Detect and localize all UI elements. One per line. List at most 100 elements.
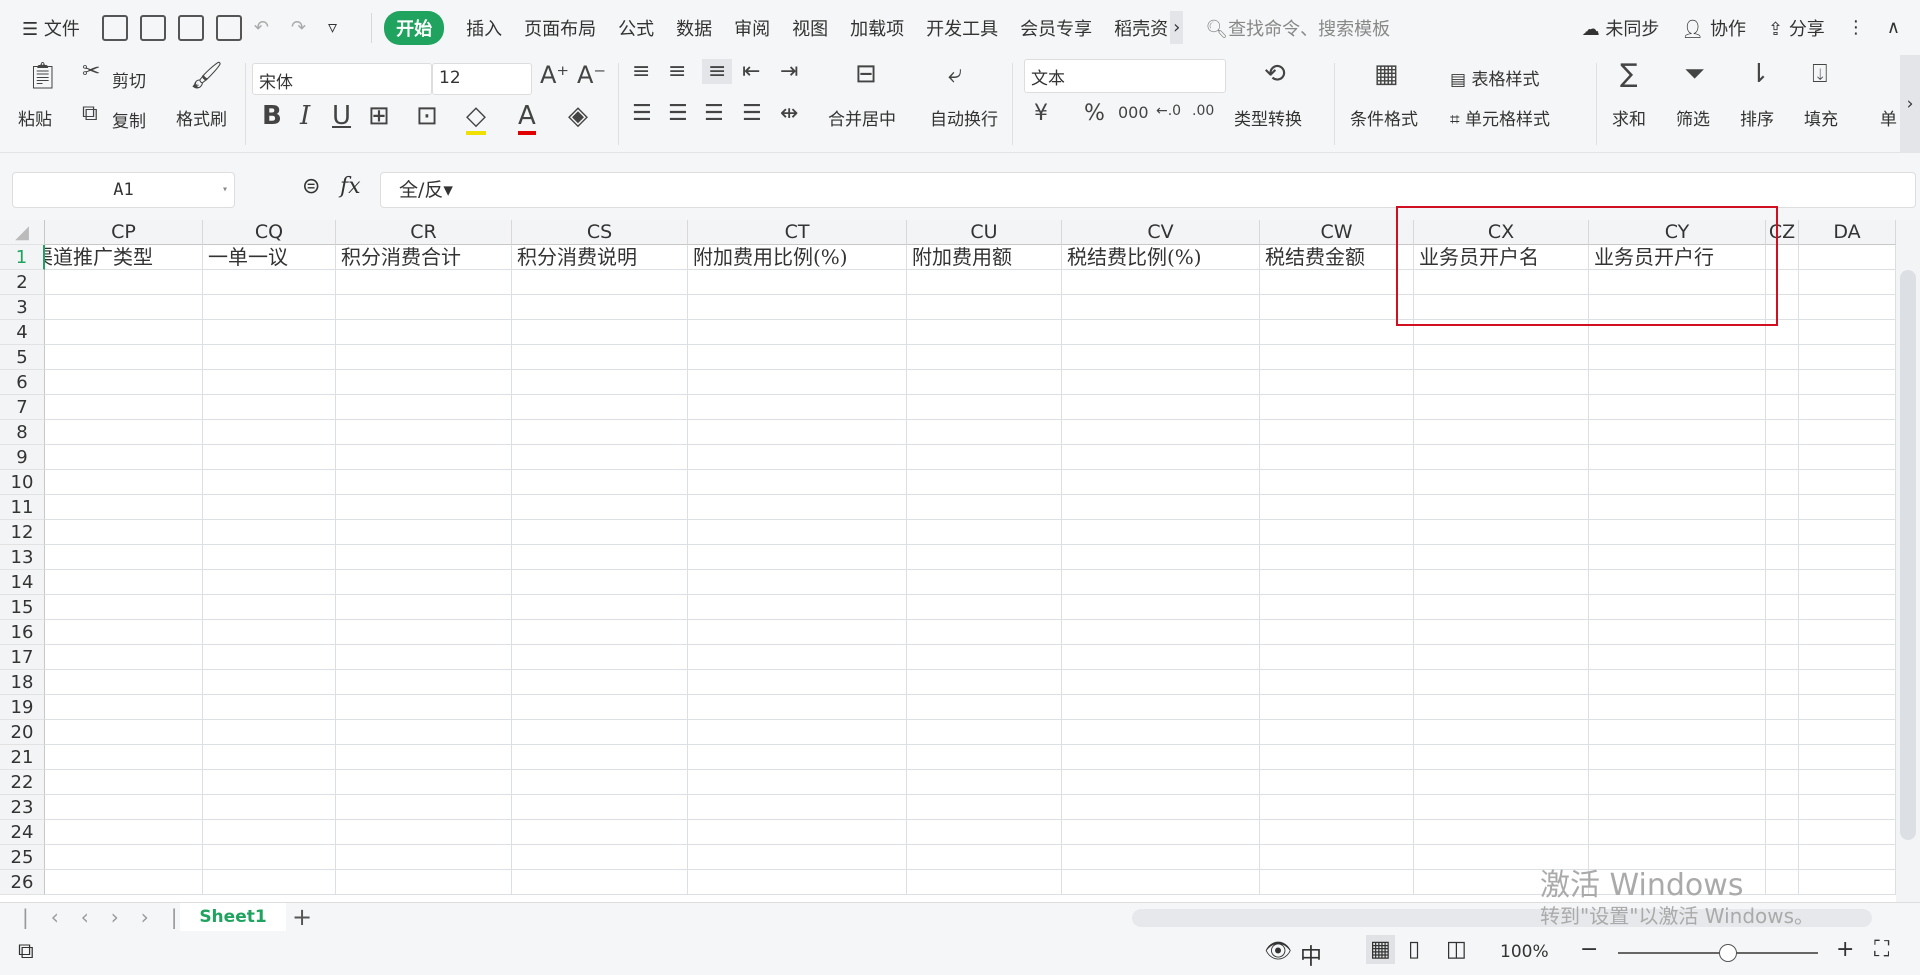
cell-cs17[interactable] bbox=[512, 645, 688, 670]
cell-cv5[interactable] bbox=[1062, 345, 1260, 370]
print-preview-icon[interactable] bbox=[215, 14, 242, 41]
justify-icon[interactable]: ☰ bbox=[742, 101, 762, 126]
cell-cv20[interactable] bbox=[1062, 720, 1260, 745]
cell-cv8[interactable] bbox=[1062, 420, 1260, 445]
cell-cq16[interactable] bbox=[203, 620, 336, 645]
cell-cp11[interactable] bbox=[45, 495, 203, 520]
cell-cu14[interactable] bbox=[907, 570, 1062, 595]
row-header[interactable]: 11 bbox=[0, 495, 45, 520]
distribute-icon[interactable]: ⇹ bbox=[780, 101, 798, 126]
cell-cr20[interactable] bbox=[336, 720, 512, 745]
cell-da24[interactable] bbox=[1799, 820, 1896, 845]
tab-page-layout[interactable]: 页面布局 bbox=[524, 15, 596, 41]
cell-cp3[interactable] bbox=[45, 295, 203, 320]
cell-cr5[interactable] bbox=[336, 345, 512, 370]
font-size-select[interactable]: 12 bbox=[432, 63, 532, 95]
cell-cp26[interactable] bbox=[45, 870, 203, 895]
cell-ct21[interactable] bbox=[688, 745, 907, 770]
cell-cy23[interactable] bbox=[1589, 795, 1766, 820]
cell-cz25[interactable] bbox=[1766, 845, 1799, 870]
cell-cu26[interactable] bbox=[907, 870, 1062, 895]
cell-cz5[interactable] bbox=[1766, 345, 1799, 370]
row-header[interactable]: 13 bbox=[0, 545, 45, 570]
paste-icon[interactable]: 📋︎ bbox=[26, 61, 59, 91]
cell-cr12[interactable] bbox=[336, 520, 512, 545]
cell-fill-icon[interactable]: ⊡ bbox=[416, 101, 438, 131]
cell-cp5[interactable] bbox=[45, 345, 203, 370]
cell-cp9[interactable] bbox=[45, 445, 203, 470]
cell-cy11[interactable] bbox=[1589, 495, 1766, 520]
cell-cy18[interactable] bbox=[1589, 670, 1766, 695]
tab-member[interactable]: 会员专享 bbox=[1020, 15, 1092, 41]
cell-cq21[interactable] bbox=[203, 745, 336, 770]
cell-da8[interactable] bbox=[1799, 420, 1896, 445]
tab-insert[interactable]: 插入 bbox=[466, 15, 502, 41]
row-header[interactable]: 16 bbox=[0, 620, 45, 645]
row-header[interactable]: 2 bbox=[0, 270, 45, 295]
percent-icon[interactable]: % bbox=[1084, 101, 1105, 126]
cell-cr26[interactable] bbox=[336, 870, 512, 895]
cell-cz24[interactable] bbox=[1766, 820, 1799, 845]
macro-icon[interactable]: ⧉ bbox=[18, 939, 34, 964]
cell-cx8[interactable] bbox=[1414, 420, 1589, 445]
cell-cz21[interactable] bbox=[1766, 745, 1799, 770]
row-header[interactable]: 25 bbox=[0, 845, 45, 870]
cell-cp2[interactable] bbox=[45, 270, 203, 295]
cell-cx22[interactable] bbox=[1414, 770, 1589, 795]
page-view-icon[interactable]: ▯ bbox=[1408, 937, 1420, 962]
select-all-corner[interactable]: ◢ bbox=[0, 220, 45, 245]
cell-cz23[interactable] bbox=[1766, 795, 1799, 820]
cell-cv15[interactable] bbox=[1062, 595, 1260, 620]
cell-cp14[interactable] bbox=[45, 570, 203, 595]
italic-icon[interactable]: I bbox=[300, 101, 310, 131]
cell-cs25[interactable] bbox=[512, 845, 688, 870]
page-break-view-icon[interactable]: ◫ bbox=[1446, 937, 1467, 962]
cell-da14[interactable] bbox=[1799, 570, 1896, 595]
align-top-icon[interactable]: ≡ bbox=[632, 59, 650, 84]
cell-cy13[interactable] bbox=[1589, 545, 1766, 570]
cell-cw5[interactable] bbox=[1260, 345, 1414, 370]
cell-da3[interactable] bbox=[1799, 295, 1896, 320]
cell-cs19[interactable] bbox=[512, 695, 688, 720]
cell-cz10[interactable] bbox=[1766, 470, 1799, 495]
cell-cu11[interactable] bbox=[907, 495, 1062, 520]
column-header-cs[interactable]: CS bbox=[512, 220, 688, 245]
column-header-cw[interactable]: CW bbox=[1260, 220, 1414, 245]
cell-cw11[interactable] bbox=[1260, 495, 1414, 520]
cell-cv4[interactable] bbox=[1062, 320, 1260, 345]
cell-ct9[interactable] bbox=[688, 445, 907, 470]
cell-ct5[interactable] bbox=[688, 345, 907, 370]
cell-da26[interactable] bbox=[1799, 870, 1896, 895]
cell-cx21[interactable] bbox=[1414, 745, 1589, 770]
cell-ct4[interactable] bbox=[688, 320, 907, 345]
input-method-icon[interactable]: 中 bbox=[1300, 939, 1322, 971]
align-right-icon[interactable]: ☰ bbox=[704, 101, 724, 126]
cell-da10[interactable] bbox=[1799, 470, 1896, 495]
normal-view-icon[interactable]: ▦ bbox=[1366, 935, 1395, 964]
row-header[interactable]: 10 bbox=[0, 470, 45, 495]
cell-cu8[interactable] bbox=[907, 420, 1062, 445]
row-header[interactable]: 15 bbox=[0, 595, 45, 620]
cell-cs24[interactable] bbox=[512, 820, 688, 845]
cell-cv2[interactable] bbox=[1062, 270, 1260, 295]
cell-cs18[interactable] bbox=[512, 670, 688, 695]
cell-ct6[interactable] bbox=[688, 370, 907, 395]
row-header[interactable]: 19 bbox=[0, 695, 45, 720]
cell-cv14[interactable] bbox=[1062, 570, 1260, 595]
increase-indent-icon[interactable]: ⇥ bbox=[780, 59, 798, 84]
cell-cr18[interactable] bbox=[336, 670, 512, 695]
cell-style-button[interactable]: ⌗ 单元格样式 bbox=[1450, 105, 1550, 130]
cell-cz9[interactable] bbox=[1766, 445, 1799, 470]
eye-protect-icon[interactable]: 👁︎ bbox=[1264, 939, 1292, 964]
cell-cx15[interactable] bbox=[1414, 595, 1589, 620]
cell-cq23[interactable] bbox=[203, 795, 336, 820]
cell-da18[interactable] bbox=[1799, 670, 1896, 695]
cell-da17[interactable] bbox=[1799, 645, 1896, 670]
cell-cw26[interactable] bbox=[1260, 870, 1414, 895]
column-header-cv[interactable]: CV bbox=[1062, 220, 1260, 245]
cell-da12[interactable] bbox=[1799, 520, 1896, 545]
copy-button[interactable]: 复制 bbox=[112, 107, 146, 132]
cell-cu20[interactable] bbox=[907, 720, 1062, 745]
cell-cx11[interactable] bbox=[1414, 495, 1589, 520]
cell-cq11[interactable] bbox=[203, 495, 336, 520]
